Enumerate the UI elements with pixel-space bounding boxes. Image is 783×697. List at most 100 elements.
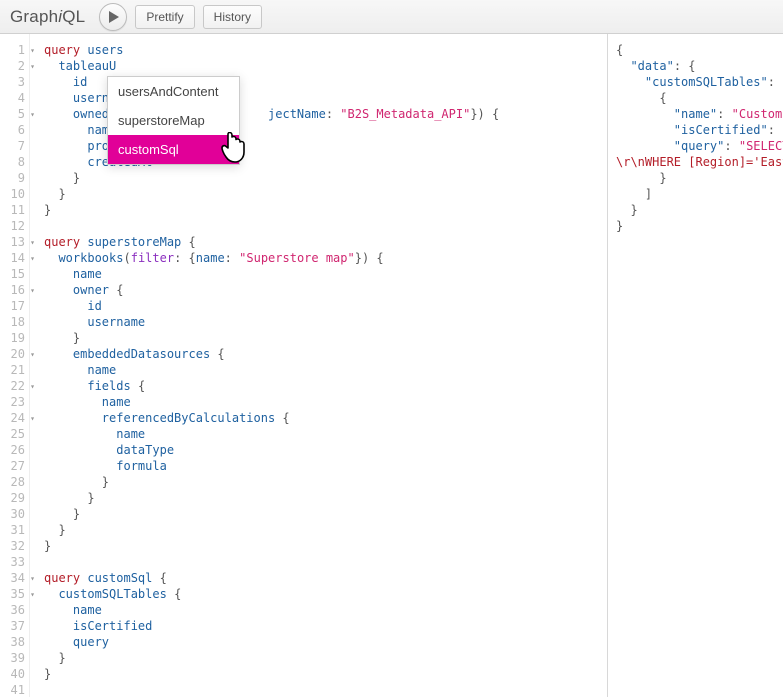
code-line[interactable]: tableauU: [44, 58, 607, 74]
line-number: 4: [0, 90, 25, 106]
line-number: 9: [0, 170, 25, 186]
code-line[interactable]: }: [44, 538, 607, 554]
code-line[interactable]: fields {: [44, 378, 607, 394]
line-number: 26: [0, 442, 25, 458]
line-number: 8: [0, 154, 25, 170]
line-number: 24: [0, 410, 25, 426]
line-number: 30: [0, 506, 25, 522]
main: 1234567891011121314151617181920212223242…: [0, 34, 783, 697]
line-number: 19: [0, 330, 25, 346]
result-line: ]: [616, 186, 783, 202]
line-number: 23: [0, 394, 25, 410]
code-line[interactable]: query superstoreMap {: [44, 234, 607, 250]
line-number: 22: [0, 378, 25, 394]
code-line[interactable]: }: [44, 330, 607, 346]
operation-dropdown[interactable]: usersAndContentsuperstoreMapcustomSql: [107, 76, 240, 165]
line-number: 32: [0, 538, 25, 554]
code-line[interactable]: [44, 682, 607, 697]
code-line[interactable]: workbooks(filter: {name: "Superstore map…: [44, 250, 607, 266]
execute-button[interactable]: [99, 3, 127, 31]
line-number: 10: [0, 186, 25, 202]
code-line[interactable]: name: [44, 426, 607, 442]
line-number: 29: [0, 490, 25, 506]
logo-text-post: QL: [62, 7, 85, 26]
code-line[interactable]: isCertified: [44, 618, 607, 634]
operation-option-customSql[interactable]: customSql: [108, 135, 239, 164]
line-number: 35: [0, 586, 25, 602]
line-number: 15: [0, 266, 25, 282]
logo: GraphiQL: [10, 7, 85, 27]
code-line[interactable]: formula: [44, 458, 607, 474]
line-number: 17: [0, 298, 25, 314]
code-line[interactable]: name: [44, 394, 607, 410]
code-line[interactable]: id: [44, 298, 607, 314]
code-line[interactable]: owner {: [44, 282, 607, 298]
results-pane: { "data": { "customSQLTables": [ { "name…: [608, 34, 783, 697]
line-number: 36: [0, 602, 25, 618]
code-line[interactable]: name: [44, 266, 607, 282]
code-line[interactable]: name: [44, 602, 607, 618]
code-line[interactable]: referencedByCalculations {: [44, 410, 607, 426]
line-number: 31: [0, 522, 25, 538]
code-line[interactable]: }: [44, 474, 607, 490]
line-gutter: 1234567891011121314151617181920212223242…: [0, 34, 30, 697]
line-number: 20: [0, 346, 25, 362]
history-button[interactable]: History: [203, 5, 262, 29]
code-line[interactable]: [44, 218, 607, 234]
line-number: 11: [0, 202, 25, 218]
code-line[interactable]: query users: [44, 42, 607, 58]
result-line: {: [616, 42, 783, 58]
play-icon: [108, 11, 120, 23]
line-number: 7: [0, 138, 25, 154]
line-number: 33: [0, 554, 25, 570]
topbar: GraphiQL Prettify History: [0, 0, 783, 34]
line-number: 12: [0, 218, 25, 234]
code-line[interactable]: username: [44, 314, 607, 330]
line-number: 1: [0, 42, 25, 58]
result-line: "data": {: [616, 58, 783, 74]
line-number: 38: [0, 634, 25, 650]
line-number: 37: [0, 618, 25, 634]
line-number: 25: [0, 426, 25, 442]
line-number: 34: [0, 570, 25, 586]
code-line[interactable]: }: [44, 506, 607, 522]
line-number: 40: [0, 666, 25, 682]
prettify-button[interactable]: Prettify: [135, 5, 194, 29]
line-number: 39: [0, 650, 25, 666]
code-line[interactable]: embeddedDatasources {: [44, 346, 607, 362]
result-line: }: [616, 170, 783, 186]
code-line[interactable]: }: [44, 202, 607, 218]
line-number: 13: [0, 234, 25, 250]
line-number: 5: [0, 106, 25, 122]
code-line[interactable]: customSQLTables {: [44, 586, 607, 602]
result-line: }: [616, 218, 783, 234]
logo-text-pre: Graph: [10, 7, 58, 26]
code-line[interactable]: name: [44, 362, 607, 378]
code-line[interactable]: }: [44, 650, 607, 666]
result-line: "customSQLTables": [: [616, 74, 783, 90]
code-line[interactable]: }: [44, 170, 607, 186]
line-number: 14: [0, 250, 25, 266]
code-line[interactable]: }: [44, 490, 607, 506]
result-line: "query": "SELECT: [616, 138, 783, 154]
line-number: 2: [0, 58, 25, 74]
result-line: }: [616, 202, 783, 218]
code-line[interactable]: dataType: [44, 442, 607, 458]
query-editor[interactable]: 1234567891011121314151617181920212223242…: [0, 34, 608, 697]
code-line[interactable]: }: [44, 666, 607, 682]
code-line[interactable]: query: [44, 634, 607, 650]
code-line[interactable]: [44, 554, 607, 570]
line-number: 6: [0, 122, 25, 138]
result-line: {: [616, 90, 783, 106]
code-line[interactable]: }: [44, 186, 607, 202]
operation-option-usersAndContent[interactable]: usersAndContent: [108, 77, 239, 106]
operation-option-superstoreMap[interactable]: superstoreMap: [108, 106, 239, 135]
line-number: 21: [0, 362, 25, 378]
code-line[interactable]: }: [44, 522, 607, 538]
code-line[interactable]: query customSql {: [44, 570, 607, 586]
line-number: 16: [0, 282, 25, 298]
line-number: 41: [0, 682, 25, 697]
line-number: 28: [0, 474, 25, 490]
result-line: "name": "Custom S: [616, 106, 783, 122]
line-number: 27: [0, 458, 25, 474]
